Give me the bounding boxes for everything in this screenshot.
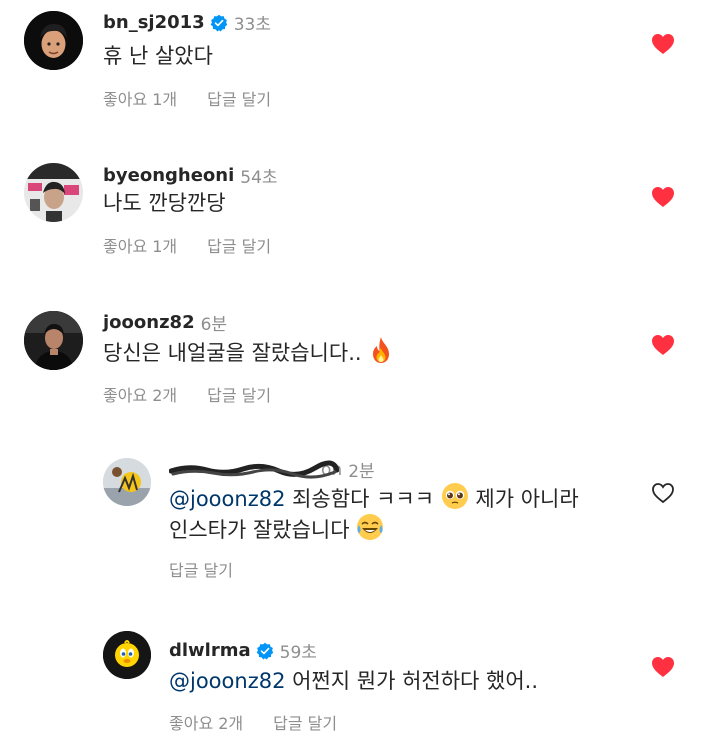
heart-filled-icon[interactable] xyxy=(651,656,675,678)
likes-count[interactable]: 좋아요 1개 xyxy=(103,86,177,110)
timestamp: 59초 xyxy=(279,643,317,663)
reply-text-continued: 제가 아니라 xyxy=(468,487,579,511)
pleading-face-emoji-icon xyxy=(441,483,468,509)
reply-button[interactable]: 답글 달기 xyxy=(207,233,271,257)
comment-text: 나도 깐당깐당 xyxy=(103,191,226,215)
fire-emoji-icon xyxy=(373,337,390,363)
reply-button[interactable]: 답글 달기 xyxy=(207,86,271,110)
comment-text: 당신은 내얼굴을 잘랐습니다.. xyxy=(103,341,362,365)
tweety-avatar-icon xyxy=(103,631,151,679)
reply-text: 죄송함다 ㅋㅋㅋ xyxy=(285,487,441,511)
avatar[interactable] xyxy=(103,458,151,506)
laughing-crying-emoji-icon xyxy=(357,514,384,540)
memoji-avatar-icon xyxy=(24,11,83,70)
redacted-username-scribble xyxy=(169,460,339,478)
reply-item: dlwlrma 59초 @jooonz82 어쩐지 뭔가 허전하다 했어.. 좋… xyxy=(0,620,720,745)
reply-text-line-1: @jooonz82 죄송함다 ㅋㅋㅋ 제가 아니라 xyxy=(169,482,579,515)
avatar[interactable] xyxy=(24,311,83,370)
avatar[interactable] xyxy=(24,11,83,70)
heart-filled-icon[interactable] xyxy=(651,334,675,356)
timestamp: 6분 xyxy=(200,315,228,335)
reply-button[interactable]: 답글 달기 xyxy=(273,710,337,734)
reply-text: 어쩐지 뭔가 허전하다 했어.. xyxy=(285,669,539,693)
timestamp: 54초 xyxy=(240,168,278,188)
reply-button[interactable]: 답글 달기 xyxy=(169,557,233,581)
photo-avatar-icon xyxy=(24,163,83,222)
username[interactable]: byeongheoni xyxy=(103,165,234,186)
photo-avatar-icon xyxy=(103,458,151,506)
heart-outline-icon[interactable] xyxy=(651,482,675,504)
reply-text-line-2: 인스타가 잘랐습니다 xyxy=(169,513,384,546)
reply-item: on 2분 @jooonz82 죄송함다 ㅋㅋㅋ 제가 아니라 인스타가 잘랐습… xyxy=(0,450,720,585)
likes-count[interactable]: 좋아요 2개 xyxy=(169,710,243,734)
comment-text-line: 당신은 내얼굴을 잘랐습니다.. xyxy=(103,336,394,369)
username[interactable]: dlwlrma xyxy=(169,640,251,661)
comment-item: bn_sj2013 33초 휴 난 살았다 좋아요 1개 답글 달기 xyxy=(0,0,720,130)
reply-text-line: @jooonz82 어쩐지 뭔가 허전하다 했어.. xyxy=(169,666,538,697)
avatar[interactable] xyxy=(103,631,151,679)
timestamp: 2분 xyxy=(348,462,375,482)
verified-badge-icon xyxy=(210,14,227,31)
heart-filled-icon[interactable] xyxy=(651,186,675,208)
username[interactable]: bn_sj2013 xyxy=(103,12,205,33)
photo-avatar-icon xyxy=(24,311,83,370)
reply-button[interactable]: 답글 달기 xyxy=(207,382,271,406)
likes-count[interactable]: 좋아요 1개 xyxy=(103,233,177,257)
reply-text: 인스타가 잘랐습니다 xyxy=(169,518,357,542)
username[interactable]: jooonz82 xyxy=(103,312,195,333)
verified-badge-icon xyxy=(256,642,273,659)
comment-text: 휴 난 살았다 xyxy=(103,44,213,68)
mention-link[interactable]: @jooonz82 xyxy=(169,487,285,511)
comment-item: jooonz82 6분 당신은 내얼굴을 잘랐습니다.. 좋아요 2개 답글 달… xyxy=(0,300,720,430)
likes-count[interactable]: 좋아요 2개 xyxy=(103,382,177,406)
comment-item: byeongheoni 54초 나도 깐당깐당 좋아요 1개 답글 달기 xyxy=(0,150,720,280)
timestamp: 33초 xyxy=(233,15,271,35)
heart-filled-icon[interactable] xyxy=(651,33,675,55)
mention-link[interactable]: @jooonz82 xyxy=(169,669,285,693)
avatar[interactable] xyxy=(24,163,83,222)
